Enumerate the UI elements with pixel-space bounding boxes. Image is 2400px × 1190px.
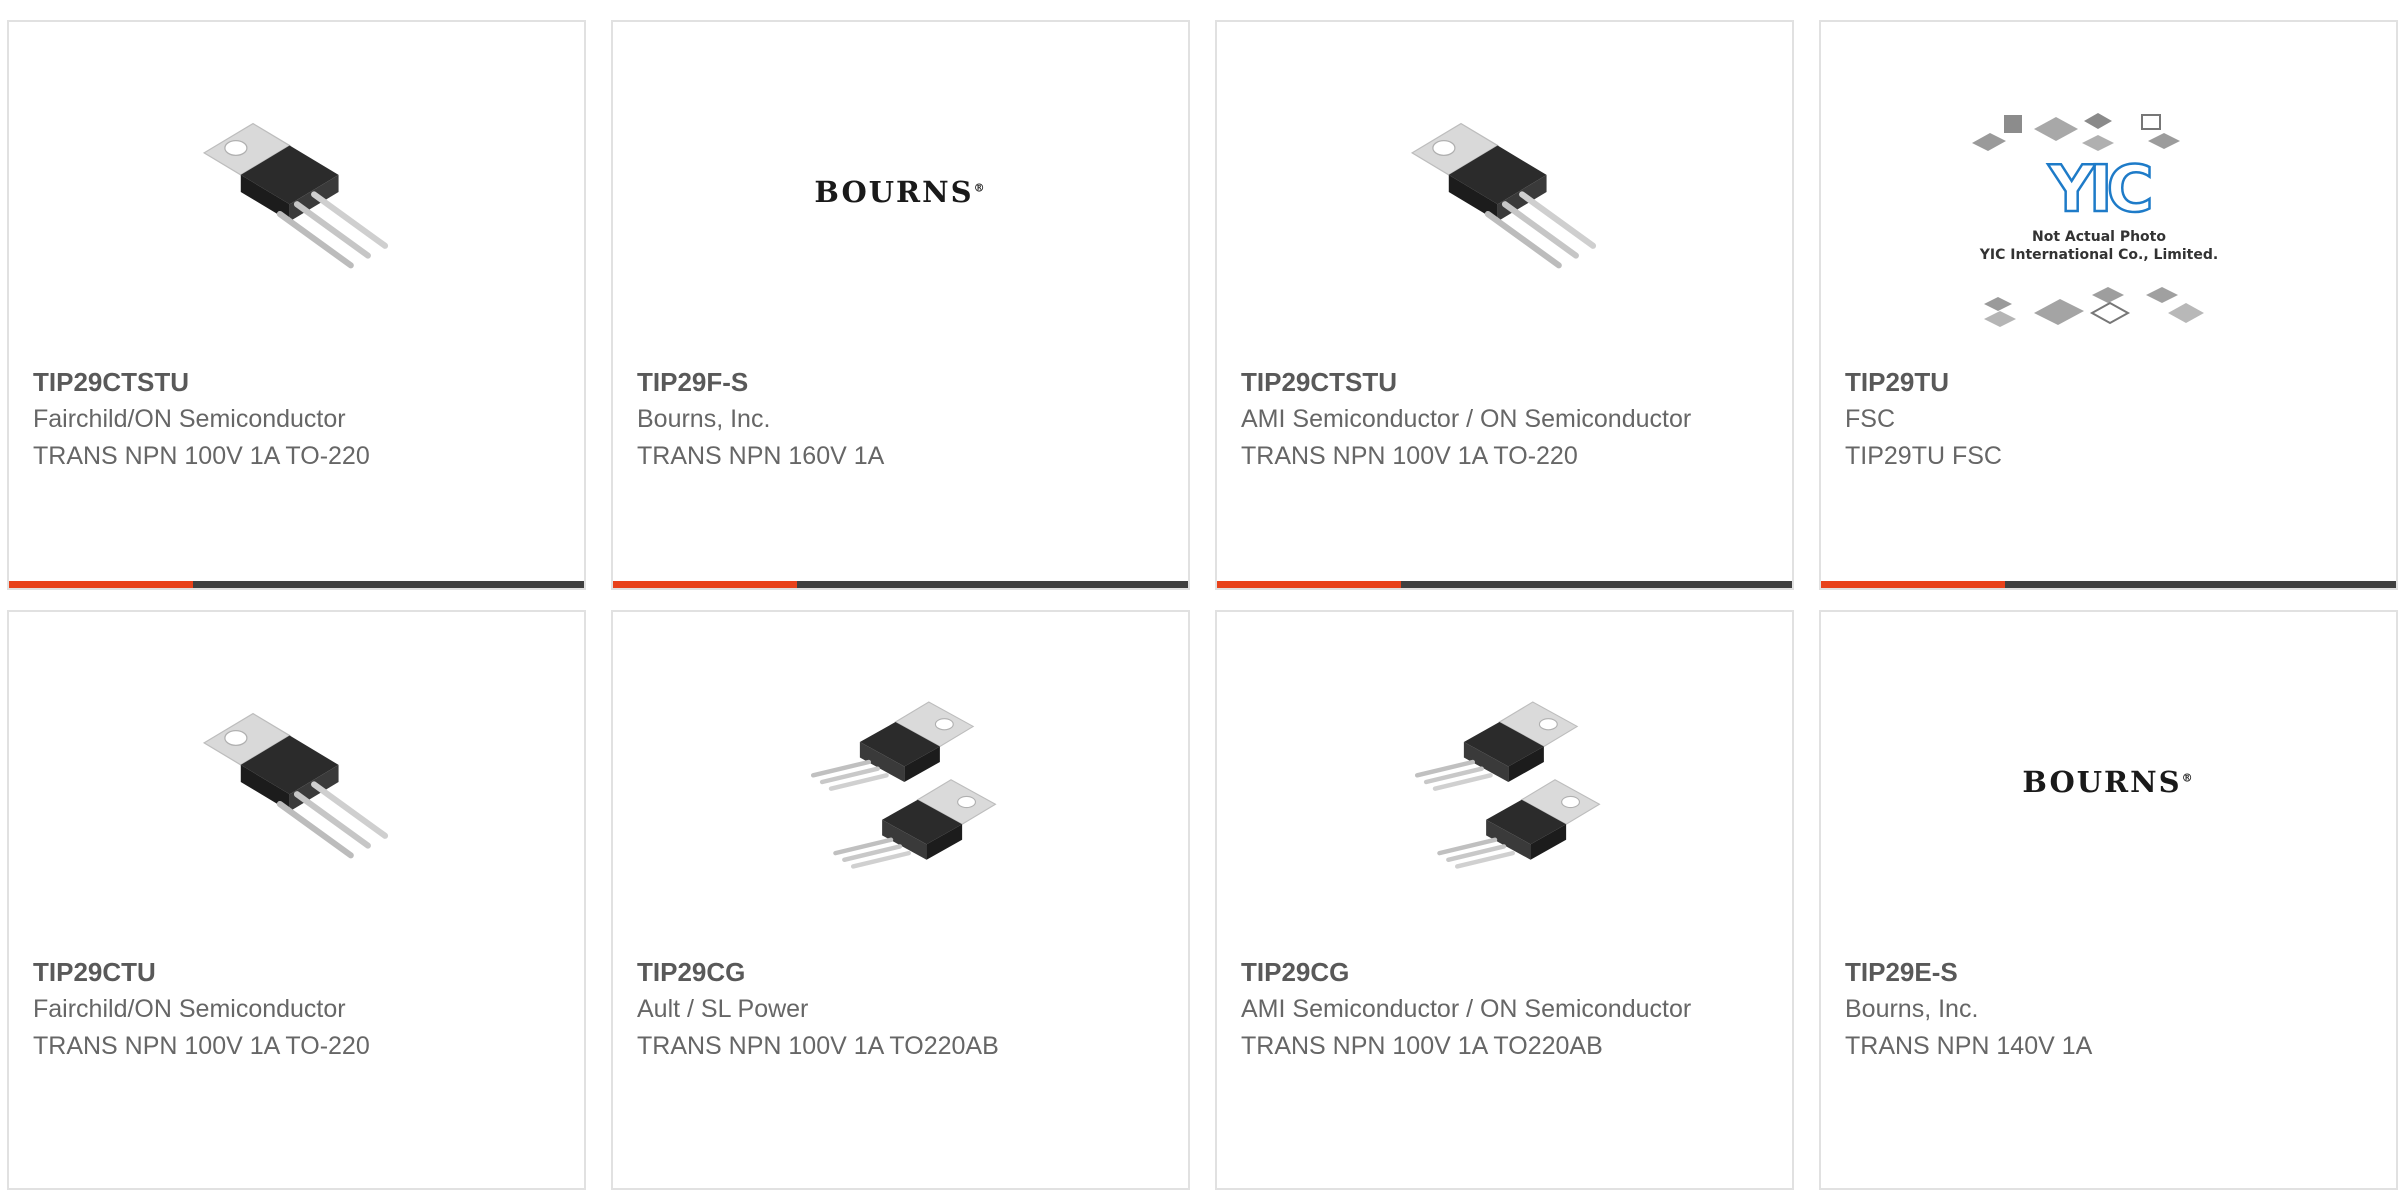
description: TRANS NPN 100V 1A TO220AB [637,1032,999,1060]
description: TRANS NPN 100V 1A TO-220 [33,442,370,470]
description: TRANS NPN 100V 1A TO-220 [33,1032,370,1060]
manufacturer: AMI Semiconductor / ON Semiconductor [1241,995,1692,1023]
product-image [613,672,1188,892]
product-image [9,672,584,892]
product-image [1217,82,1792,302]
placeholder-caption-1: Not Actual Photo [2032,229,2166,245]
brand-logo-text: BOURNS [2022,765,2182,799]
manufacturer: Bourns, Inc. [1845,995,1979,1023]
card-bar [1217,581,1792,588]
to220-pair-icon [1395,682,1615,882]
to220-pair-icon [791,682,1011,882]
yic-logo: YIC [2047,153,2149,227]
manufacturer: Bourns, Inc. [637,405,771,433]
product-image: BOURNS® [1821,672,2396,892]
description: TRANS NPN 100V 1A TO220AB [1241,1032,1603,1060]
bourns-logo: BOURNS® [2022,765,2195,799]
bourns-logo: BOURNS® [814,175,987,209]
manufacturer: Fairchild/ON Semiconductor [33,995,346,1023]
yic-placeholder-image: YIC Not Actual Photo YIC International C… [1971,113,2218,327]
product-card[interactable]: TIP29CTU Fairchild/ON Semiconductor TRAN… [7,610,586,1190]
manufacturer: FSC [1845,405,1895,433]
product-card[interactable]: YIC Not Actual Photo YIC International C… [1819,20,2398,590]
product-image: BOURNS® [613,82,1188,302]
product-card[interactable]: TIP29CTSTU Fairchild/ON Semiconductor TR… [7,20,586,590]
card-bar-accent [613,581,797,588]
part-number[interactable]: TIP29CTSTU [1241,364,1772,401]
part-number[interactable]: TIP29E-S [1845,954,2376,991]
part-number[interactable]: TIP29CG [637,954,1168,991]
description: TIP29TU FSC [1845,442,2002,470]
card-bar [613,581,1188,588]
card-bar-accent [9,581,193,588]
card-bar [9,581,584,588]
description: TRANS NPN 160V 1A [637,442,885,470]
product-image: YIC Not Actual Photo YIC International C… [1821,94,2396,344]
product-image [1217,672,1792,892]
product-image [9,82,584,302]
product-card[interactable]: BOURNS® TIP29F-S Bourns, Inc. TRANS NPN … [611,20,1190,590]
part-number[interactable]: TIP29CTU [33,954,564,991]
placeholder-caption-2: YIC International Co., Limited. [1978,247,2217,263]
description: TRANS NPN 100V 1A TO-220 [1241,442,1578,470]
manufacturer: AMI Semiconductor / ON Semiconductor [1241,405,1692,433]
part-number[interactable]: TIP29CG [1241,954,1772,991]
manufacturer: Ault / SL Power [637,995,809,1023]
part-number[interactable]: TIP29F-S [637,364,1168,401]
manufacturer: Fairchild/ON Semiconductor [33,405,346,433]
card-bar-accent [1217,581,1401,588]
description: TRANS NPN 140V 1A [1845,1032,2093,1060]
brand-logo-text: BOURNS [814,175,974,209]
product-card[interactable]: TIP29CG Ault / SL Power TRANS NPN 100V 1… [611,610,1190,1190]
product-card[interactable]: TIP29CTSTU AMI Semiconductor / ON Semico… [1215,20,1794,590]
card-bar-accent [1821,581,2005,588]
to220-single-icon [187,92,407,292]
product-card[interactable]: TIP29CG AMI Semiconductor / ON Semicondu… [1215,610,1794,1190]
card-bar [1821,581,2396,588]
to220-single-icon [1395,92,1615,292]
part-number[interactable]: TIP29CTSTU [33,364,564,401]
to220-single-icon [187,682,407,882]
part-number[interactable]: TIP29TU [1845,364,2376,401]
product-card[interactable]: BOURNS® TIP29E-S Bourns, Inc. TRANS NPN … [1819,610,2398,1190]
